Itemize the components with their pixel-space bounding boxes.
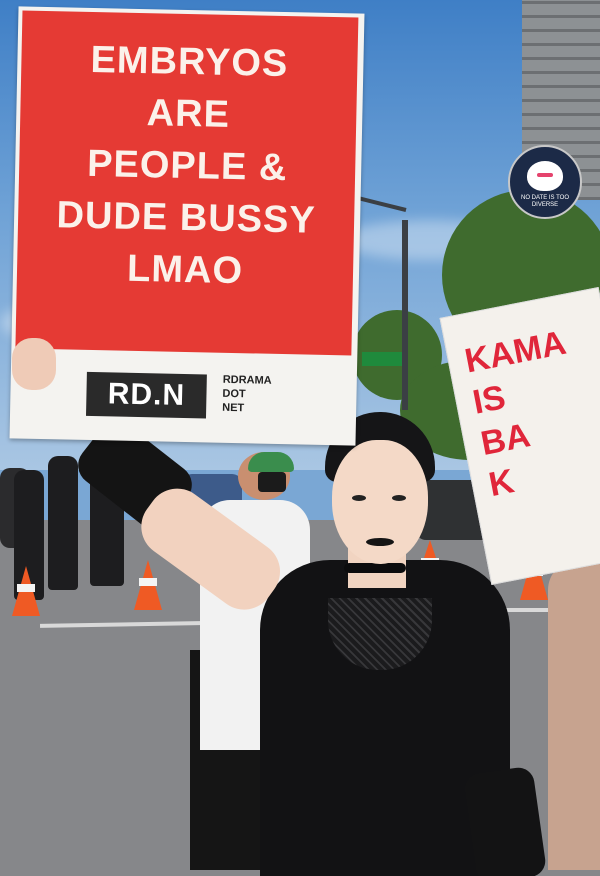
- site-url-line: NET: [222, 401, 245, 415]
- side-sign-text: KAMA IS BA K: [461, 322, 593, 506]
- site-url-line: RDRAMA: [222, 373, 272, 387]
- street-light-pole: [402, 220, 408, 410]
- choker-necklace: [344, 563, 406, 573]
- protest-photo: KAMA IS BA K EMBRYOS ARE PEOPLE & DUDE B…: [0, 0, 600, 876]
- traffic-cone: [12, 566, 40, 616]
- badge-text: NO DATE IS TOO DIVERSE: [520, 195, 569, 208]
- sign-line: DUDE BUSSY: [56, 194, 317, 242]
- camera: [258, 472, 286, 492]
- right-eye: [392, 495, 406, 501]
- sign-line: EMBRYOS: [90, 38, 289, 86]
- rdn-logo: RD.N: [86, 371, 207, 419]
- site-url-line: DOT: [222, 387, 246, 401]
- street-sign: [362, 352, 402, 366]
- seated-protester: [548, 560, 600, 870]
- sign-line: ARE: [146, 92, 231, 136]
- watermark-badge: NO DATE IS TOO DIVERSE: [508, 145, 582, 219]
- green-cap: [248, 452, 294, 472]
- black-lips: [366, 538, 394, 546]
- cat-icon: [527, 161, 563, 191]
- sign-line: LMAO: [126, 247, 244, 293]
- hand-holding-sign: [12, 338, 56, 390]
- sign-headline: EMBRYOS ARE PEOPLE & DUDE BUSSY LMAO: [17, 33, 358, 300]
- site-url-text: RDRAMA DOT NET: [222, 373, 272, 416]
- left-eye: [352, 495, 366, 501]
- sign-red-panel: EMBRYOS ARE PEOPLE & DUDE BUSSY LMAO: [15, 10, 359, 356]
- traffic-cone: [134, 560, 162, 610]
- police-officer: [48, 456, 78, 590]
- main-protest-sign: EMBRYOS ARE PEOPLE & DUDE BUSSY LMAO RD.…: [9, 6, 365, 446]
- sign-line: PEOPLE &: [86, 142, 288, 190]
